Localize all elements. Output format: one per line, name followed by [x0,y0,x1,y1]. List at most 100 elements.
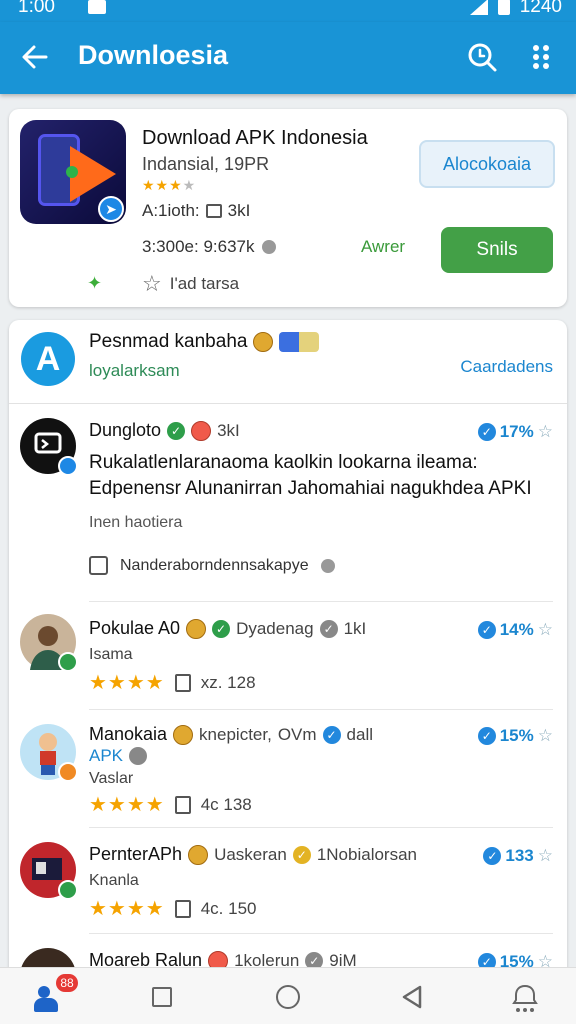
post-extra: OVm [277,724,317,744]
list-item[interactable]: Dungloto ✓ 3kI ✓ 17% ☆ Rukalatlenlaranao… [9,404,567,602]
post-rating-value: 4c 138 [200,794,252,814]
app-icon: ➤ [20,120,126,224]
post-rating-row: ★★★★ 4c. 150 [89,896,256,921]
post-score[interactable]: ✓ 17% ☆ [477,422,553,442]
assistant-icon[interactable] [510,982,540,1014]
star-outline-icon[interactable]: ☆ [538,846,553,866]
page-title: Downloesia [78,40,229,70]
gallery-icon [88,0,106,14]
list-item[interactable]: Manokaia knepicter, OVm ✓ dall ✓ 15% ☆ A… [9,710,567,828]
emoji-icon [173,724,194,745]
list-item[interactable]: Pokulae A0 ✓ Dyadenag ✓ 1kI ✓ 14% ☆ Isam… [9,602,567,710]
list-item[interactable]: PernterAPh Uaskeran ✓ 1Nobialorsan ✓ 133… [9,828,567,934]
profile-icon[interactable]: 88 [34,974,78,1012]
thumbs-up-icon[interactable] [174,795,191,814]
star-outline-icon[interactable]: ☆ [538,620,553,640]
post-body: Rukalatlenlaranaoma kaolkin lookarna ile… [89,452,532,499]
post-author-row: Manokaia knepicter, OVm ✓ dall [89,724,373,745]
rate-app-row[interactable]: ☆ I'ad tarsa [142,271,239,297]
post-apk-label: APK [89,746,148,766]
post-count: 3kI [217,420,240,440]
star-rating: ★★★★ [89,794,165,816]
post-author-row: Dungloto ✓ 3kI [89,420,240,441]
post-score-value: 17% [499,422,534,441]
emoji-icon [253,332,274,352]
back-arrow-icon[interactable] [18,40,52,74]
more-options-icon[interactable] [526,42,556,72]
aware-link[interactable]: Awrer [361,237,405,257]
star-rating: ★★★★ [89,898,165,920]
app-developer: Indansial, 19PR [142,154,270,174]
star-outline-icon[interactable]: ☆ [142,271,162,297]
back-triangle-icon[interactable] [398,983,426,1011]
verified-icon: ✓ [483,847,502,865]
feed-subtitle: loyalarksam [89,361,180,380]
post-extra: 1Nobialorsan [316,844,418,864]
primary-action-button[interactable]: Snils [441,227,553,273]
post-rating-row: ★★★★ xz. 128 [89,670,256,695]
post-subtitle: Isama [89,646,133,663]
verified-icon: ✓ [477,423,496,441]
post-score[interactable]: ✓ 133 ☆ [483,846,553,866]
post-extra: Dyadenag [236,618,314,638]
recents-icon[interactable] [152,987,172,1007]
app-title: Download APK Indonesia [142,127,368,149]
feed-link[interactable]: Caardadens [460,357,553,377]
feed-title: Pesnmad kanbaha [89,331,248,352]
post-score-value: 14% [499,620,534,639]
post-extra: knepicter, [199,724,272,744]
status-battery-text: 1240 [519,0,562,17]
home-icon[interactable] [276,985,300,1009]
post-score[interactable]: ✓ 15% ☆ [477,726,553,746]
message-icon [205,204,222,218]
star-outline-icon[interactable]: ☆ [538,726,553,746]
post-extra: Uaskeran [214,844,287,864]
reviews-feed: A Pesnmad kanbaha loyalarksam Caardadens… [9,320,567,1024]
avatar [20,614,78,672]
app-bar: Downloesia [0,22,576,94]
feed-title-row: Pesnmad kanbaha [89,331,320,353]
emoji-icon [188,844,209,865]
post-score-value: 133 [505,846,534,865]
checkbox-label: Nanderaborndennsakapye [120,556,309,574]
emoji-icon [186,618,207,639]
avatar [20,724,78,782]
info-icon [129,747,148,765]
post-author: PernterAPh [89,844,183,864]
checkbox[interactable] [89,556,108,575]
notification-badge: 88 [56,974,78,992]
leaf-icon: ✦ [87,273,103,293]
post-score[interactable]: ✓ 14% ☆ [477,620,553,640]
install-button[interactable]: Alocokoaia [419,140,555,188]
verified-icon: ✓ [292,845,311,864]
thumbs-up-icon[interactable] [174,673,191,692]
verified-icon: ✓ [167,421,186,440]
tag-icon [279,332,320,352]
verified-icon: ✓ [319,619,338,638]
verified-badge-icon: ➤ [98,196,124,222]
app-size-row: 3:300e: 9:637k [142,237,277,257]
verified-icon: ✓ [322,725,341,744]
system-nav-bar: 88 [0,967,576,1024]
avatar [20,842,78,900]
thumbs-up-icon[interactable] [174,899,191,918]
post-checkbox-row[interactable]: Nanderaborndennsakapye [89,556,335,575]
post-author: Manokaia [89,724,168,744]
app-meta-text: A:1ioth: [142,201,200,220]
app-star-rating: ★★★★ [142,177,197,193]
search-icon[interactable] [466,41,498,73]
post-count: 1kI [343,618,367,638]
star-outline-icon[interactable]: ☆ [538,422,553,442]
signal-icon [469,0,488,15]
post-score-value: 15% [499,726,534,745]
app-downloads: 3kI [227,201,251,220]
post-extra: dall [346,724,374,744]
verified-icon: ✓ [212,619,231,638]
battery-icon [497,0,510,15]
post-author: Pokulae A0 [89,618,181,638]
post-rating-row: ★★★★ 4c 138 [89,792,252,817]
app-store-logo-icon: A [21,332,75,386]
post-author-row: Pokulae A0 ✓ Dyadenag ✓ 1kI [89,618,366,639]
avatar [20,418,78,476]
app-detail-card[interactable]: ➤ Download APK Indonesia Indansial, 19PR… [9,109,567,307]
